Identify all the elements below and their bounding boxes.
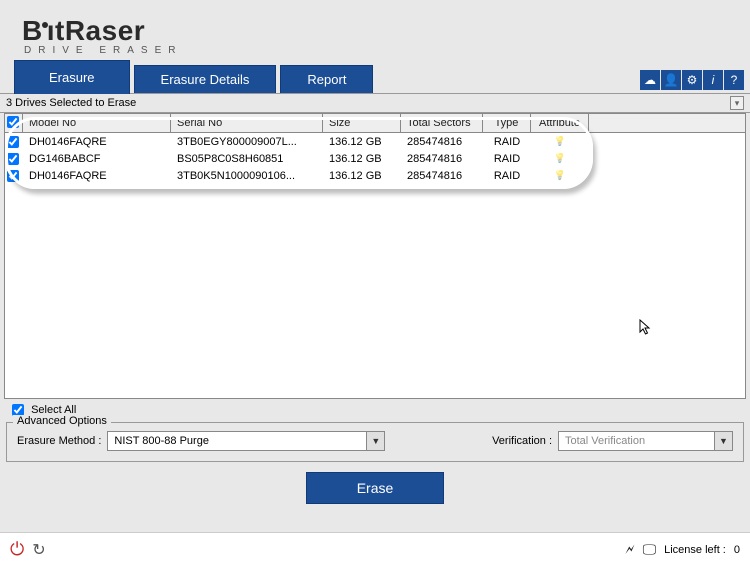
cell-size: 136.12 GB (323, 136, 401, 148)
erase-button[interactable]: Erase (306, 472, 445, 504)
select-all-row: Select All (4, 401, 746, 419)
user-icon[interactable]: 👤 (661, 70, 681, 90)
brand-sub: DRIVE ERASER (24, 45, 750, 56)
verification-value: Total Verification (559, 435, 714, 447)
toolbar-icons: ☁ 👤 ⚙ i ? (639, 70, 744, 90)
cell-sectors: 285474816 (401, 170, 483, 182)
erasure-method-value: NIST 800-88 Purge (108, 435, 366, 447)
brand-main: BıtRaser (22, 15, 750, 47)
tab-bar: Erasure Erasure Details Report ☁ 👤 ⚙ i ? (0, 64, 750, 94)
row-checkbox[interactable] (7, 153, 19, 165)
battery-icon: 🗲 (625, 541, 634, 558)
bulb-icon[interactable] (554, 153, 566, 164)
verification-label: Verification : (492, 435, 552, 447)
cloud-icon[interactable]: ☁ (640, 70, 660, 90)
col-type[interactable]: Type (483, 114, 531, 132)
grid-header: Model No Serial No Size Total Sectors Ty… (5, 114, 745, 133)
brand-logo: BıtRaser DRIVE ERASER (22, 15, 750, 56)
footer-bar: ⏻ ↻ 🗲 🖵 License left : 0 (0, 532, 750, 566)
cell-sectors: 285474816 (401, 153, 483, 165)
cell-serial: BS05P8C0S8H60851 (171, 153, 323, 165)
cursor-icon (639, 319, 655, 340)
cell-model: DH0146FAQRE (23, 136, 171, 148)
cell-serial: 3TB0EGY800009007L... (171, 136, 323, 148)
col-attribute[interactable]: Attribute (531, 114, 589, 132)
tab-erasure-details[interactable]: Erasure Details (134, 65, 277, 93)
col-size[interactable]: Size (323, 114, 401, 132)
chevron-down-icon: ▼ (714, 432, 732, 450)
refresh-icon[interactable]: ↻ (32, 540, 45, 560)
cell-serial: 3TB0K5N1000090106... (171, 170, 323, 182)
row-checkbox[interactable] (7, 170, 19, 182)
tab-report[interactable]: Report (280, 65, 373, 93)
cell-type: RAID (483, 153, 531, 165)
cell-type: RAID (483, 170, 531, 182)
table-row[interactable]: DH0146FAQRE 3TB0K5N1000090106... 136.12 … (5, 167, 745, 184)
verification-select[interactable]: Total Verification ▼ (558, 431, 733, 451)
cell-model: DG146BABCF (23, 153, 171, 165)
cell-type: RAID (483, 136, 531, 148)
col-sectors[interactable]: Total Sectors (401, 114, 483, 132)
cell-size: 136.12 GB (323, 153, 401, 165)
license-count: 0 (734, 544, 740, 556)
power-icon[interactable]: ⏻ (10, 539, 24, 560)
app-header: BıtRaser DRIVE ERASER (0, 0, 750, 64)
grid-rows: DH0146FAQRE 3TB0EGY800009007L... 136.12 … (5, 133, 745, 184)
chevron-down-icon: ▼ (366, 432, 384, 450)
selection-status-text: 3 Drives Selected to Erase (6, 97, 136, 109)
advanced-options: Advanced Options Erasure Method : NIST 8… (6, 422, 744, 462)
cell-sectors: 285474816 (401, 136, 483, 148)
col-serial[interactable]: Serial No (171, 114, 323, 132)
cell-model: DH0146FAQRE (23, 170, 171, 182)
network-icon: 🖵 (643, 541, 657, 558)
erasure-method-select[interactable]: NIST 800-88 Purge ▼ (107, 431, 385, 451)
table-row[interactable]: DG146BABCF BS05P8C0S8H60851 136.12 GB 28… (5, 150, 745, 167)
selection-status-bar: 3 Drives Selected to Erase ▾ (0, 94, 750, 113)
col-checkbox[interactable] (5, 114, 23, 132)
bulb-icon[interactable] (554, 136, 566, 147)
cell-size: 136.12 GB (323, 170, 401, 182)
license-label: License left : (664, 544, 726, 556)
tab-erasure[interactable]: Erasure (14, 60, 130, 94)
row-checkbox[interactable] (7, 136, 19, 148)
filter-button[interactable]: ▾ (730, 96, 744, 110)
table-row[interactable]: DH0146FAQRE 3TB0EGY800009007L... 136.12 … (5, 133, 745, 150)
erasure-method-label: Erasure Method : (17, 435, 101, 447)
gear-icon[interactable]: ⚙ (682, 70, 702, 90)
help-icon[interactable]: ? (724, 70, 744, 90)
info-icon[interactable]: i (703, 70, 723, 90)
bulb-icon[interactable] (554, 170, 566, 181)
advanced-legend: Advanced Options (13, 415, 111, 427)
col-model[interactable]: Model No (23, 114, 171, 132)
drive-grid: Model No Serial No Size Total Sectors Ty… (4, 113, 746, 399)
